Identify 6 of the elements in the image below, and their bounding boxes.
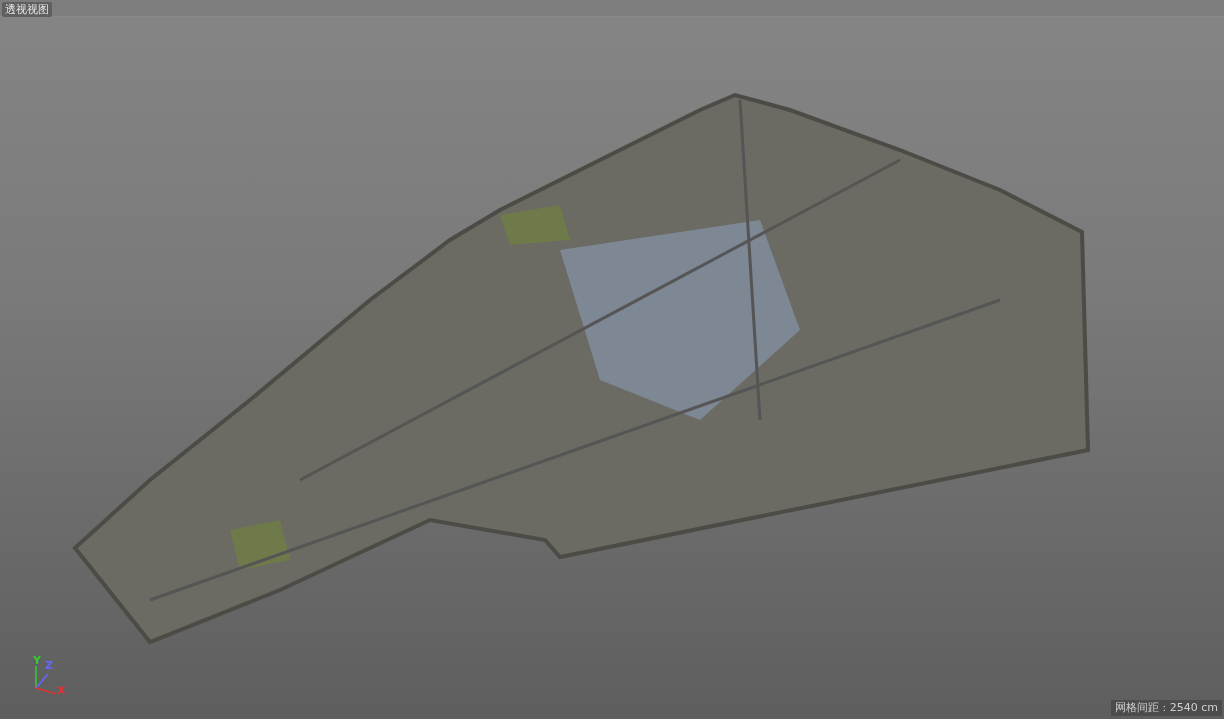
axis-label: Y [33, 655, 41, 666]
viewport[interactable]: 透视视图 Y Z X 网格间距 : 2540 cm [0, 0, 1224, 719]
axis-label: Z [45, 660, 53, 671]
axis-label: X [57, 685, 66, 696]
viewport-title: 透视视图 [2, 2, 52, 17]
grid-spacing-label: 网格间距 : 2540 cm [1111, 700, 1222, 716]
